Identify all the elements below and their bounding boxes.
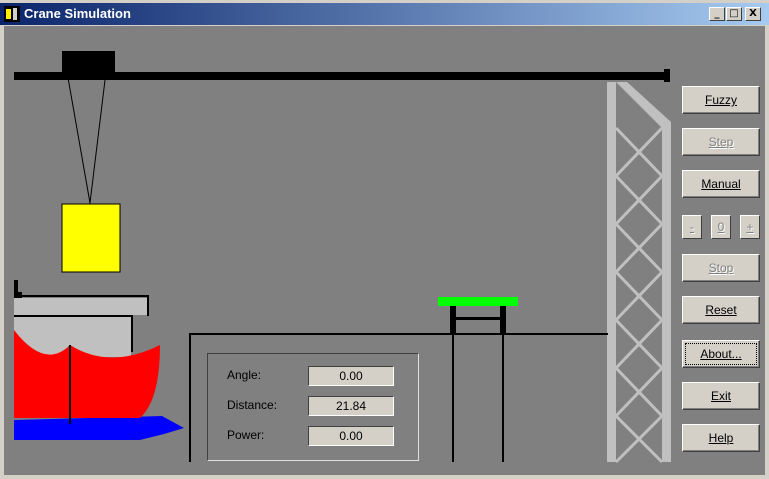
water <box>14 416 184 440</box>
step-button[interactable]: Step <box>682 128 760 156</box>
power-value: 0.00 <box>308 426 394 446</box>
crane-simulation-window: Crane Simulation _ □ X Angle: 0.00 Dista… <box>0 0 769 479</box>
readout-panel: Angle: 0.00 Distance: 21.84 Power: 0.00 <box>207 353 419 461</box>
title-bar[interactable]: Crane Simulation _ □ X <box>0 3 769 25</box>
power-zero-button[interactable]: 0 <box>711 215 731 239</box>
cable-left <box>66 71 91 204</box>
manual-button[interactable]: Manual <box>682 170 760 198</box>
power-decrease-button[interactable]: - <box>682 215 702 239</box>
angle-value: 0.00 <box>308 366 394 386</box>
maximize-button[interactable]: □ <box>726 7 742 21</box>
distance-label: Distance: <box>227 398 278 412</box>
simulation-area: Angle: 0.00 Distance: 21.84 Power: 0.00 … <box>4 26 765 475</box>
ship <box>14 280 184 440</box>
about-button[interactable]: About... <box>682 340 760 368</box>
help-button[interactable]: Help <box>682 424 760 452</box>
exit-button[interactable]: Exit <box>682 382 760 410</box>
container <box>61 203 121 273</box>
trolley <box>62 51 115 72</box>
target-platform <box>438 297 518 462</box>
window-title: Crane Simulation <box>24 6 131 21</box>
cable-right <box>89 71 107 204</box>
crane-app-icon <box>4 6 20 22</box>
stop-button[interactable]: Stop <box>682 254 760 282</box>
distance-value: 21.84 <box>308 396 394 416</box>
minimize-button[interactable]: _ <box>709 7 725 21</box>
angle-label: Angle: <box>227 368 262 382</box>
crane-tower <box>607 82 671 464</box>
rail-end-cap <box>664 69 670 82</box>
fuzzy-button[interactable]: Fuzzy <box>682 86 760 114</box>
reset-button[interactable]: Reset <box>682 296 760 324</box>
power-label: Power: <box>227 428 265 442</box>
close-button[interactable]: X <box>745 7 761 21</box>
power-increase-button[interactable]: + <box>740 215 760 239</box>
crane-rail <box>14 72 667 80</box>
